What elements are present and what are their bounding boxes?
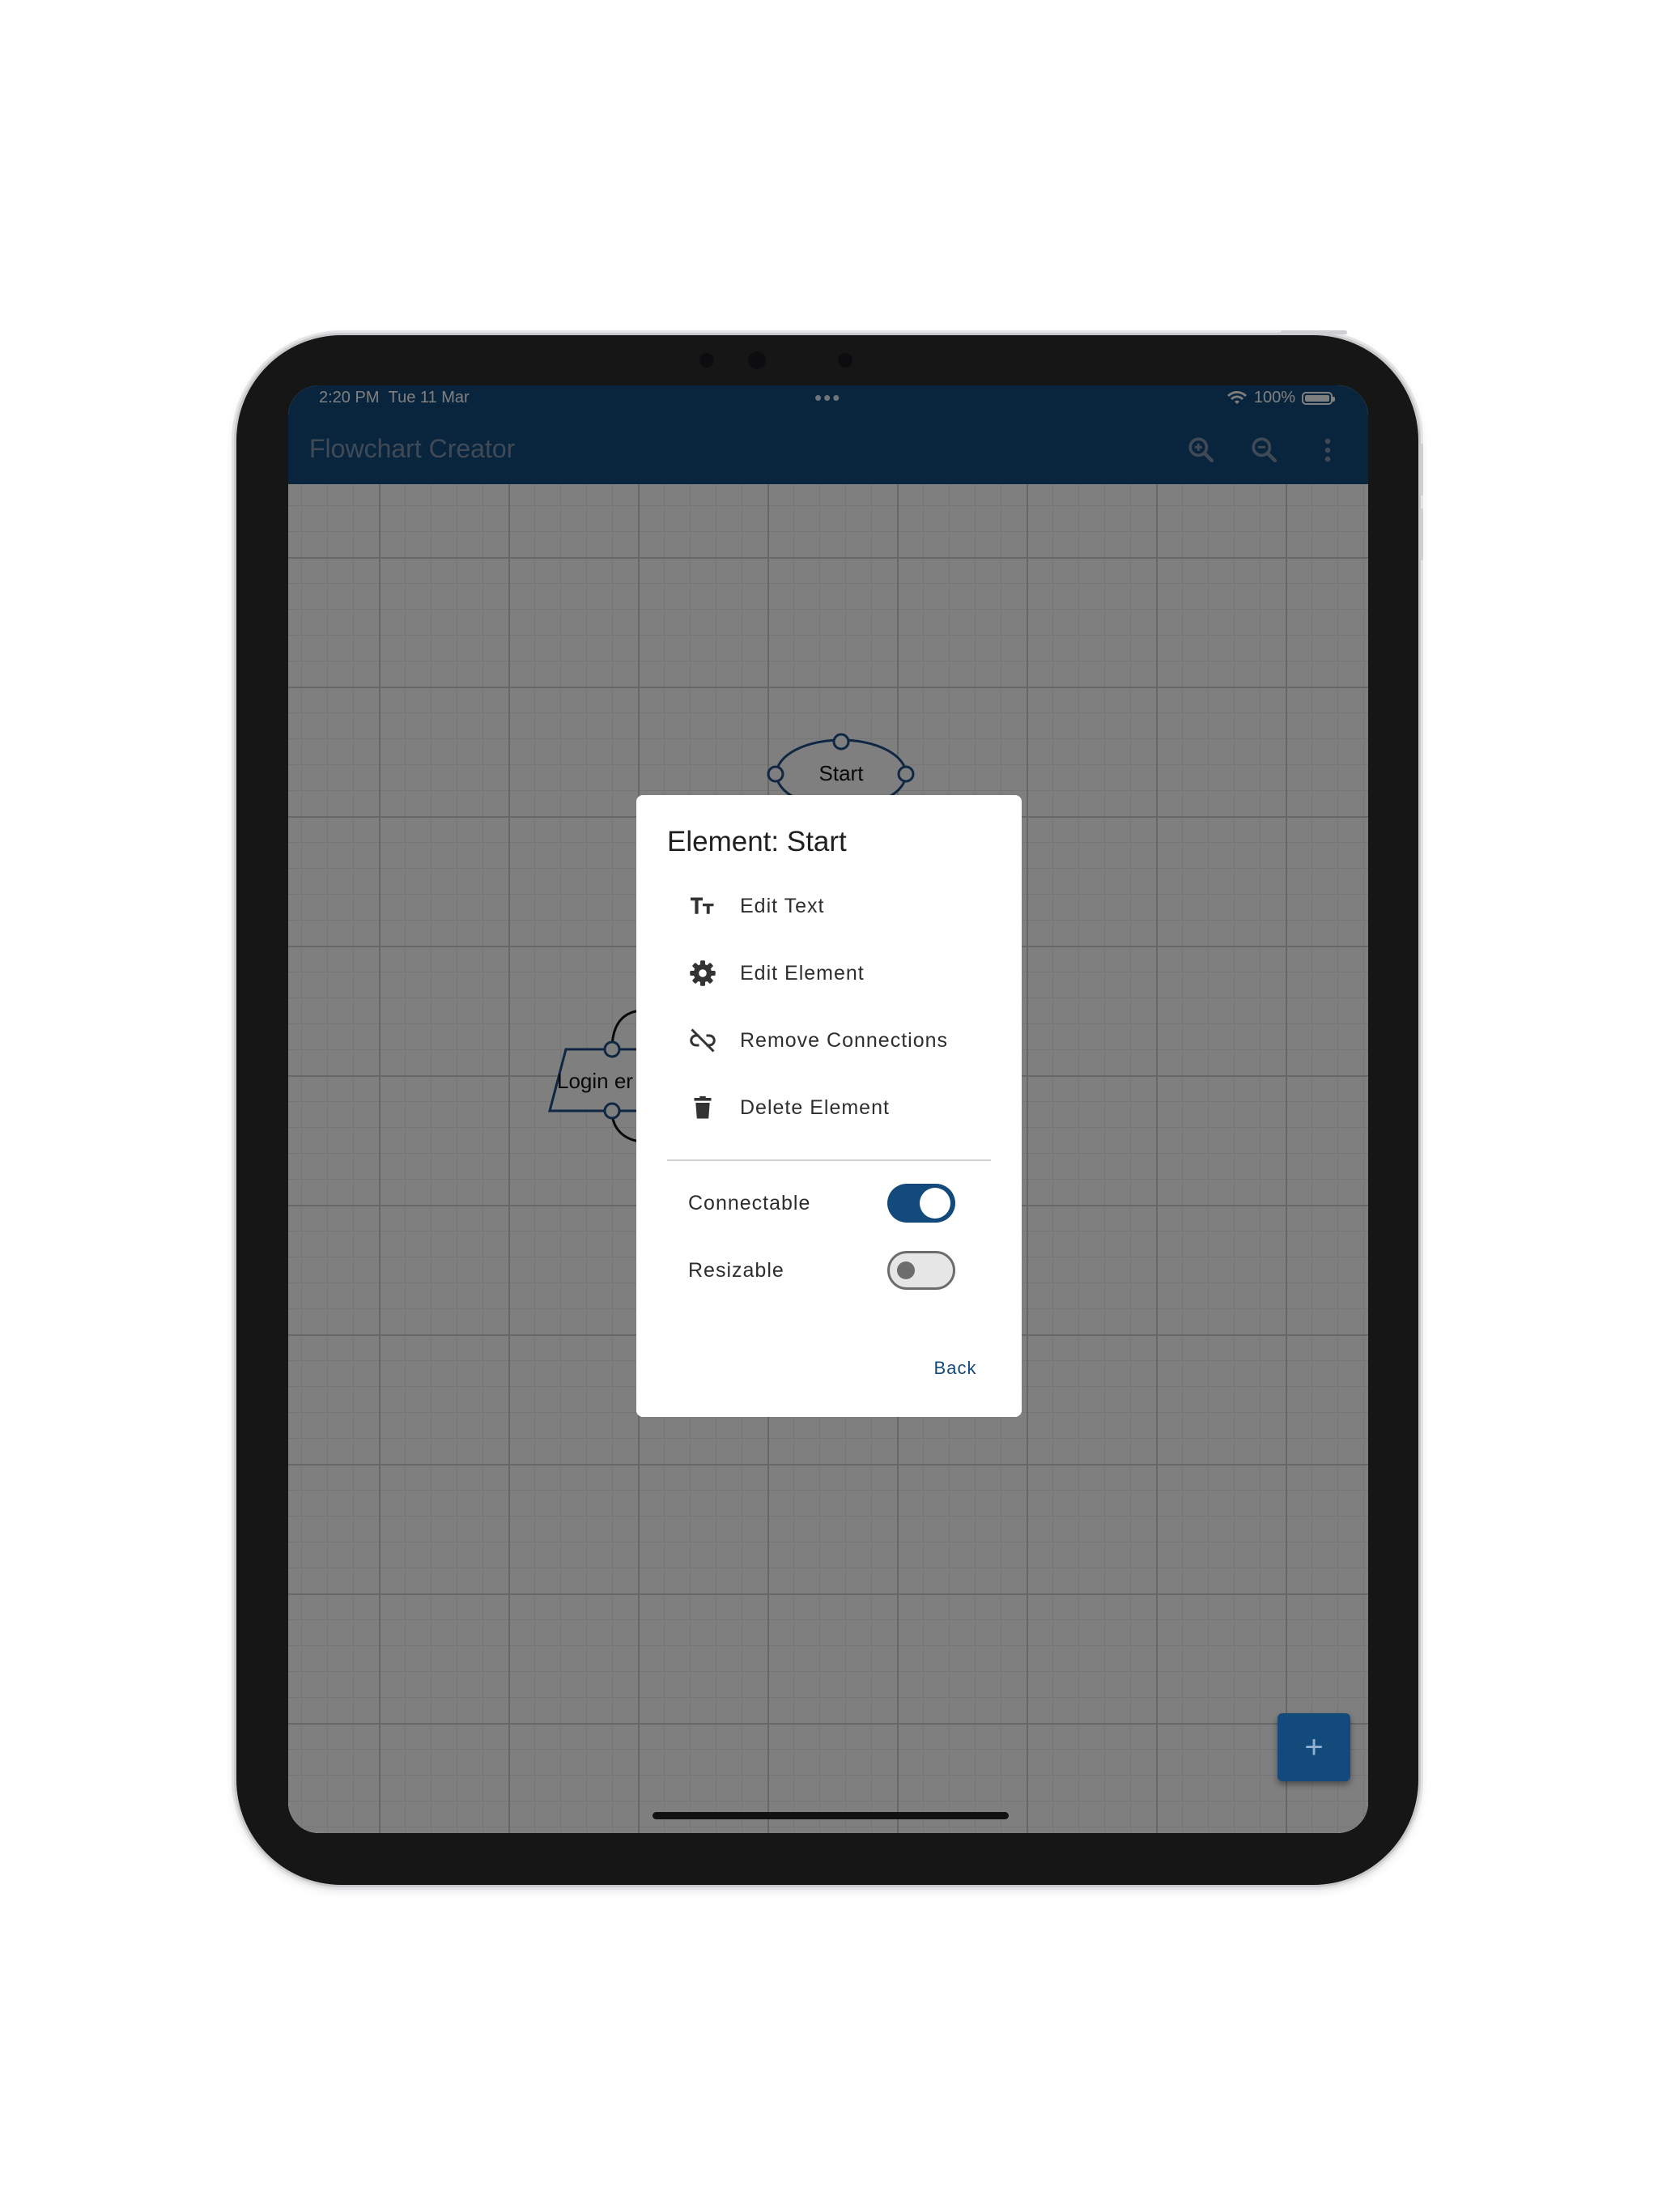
dialog-title: Element: Start: [667, 826, 847, 857]
text-format-icon: [687, 890, 719, 922]
delete-element-item[interactable]: Delete Element: [636, 1074, 1022, 1141]
home-indicator[interactable]: [653, 1812, 1009, 1819]
back-button[interactable]: Back: [915, 1346, 996, 1391]
dialog-divider: [667, 1159, 991, 1161]
gear-icon: [687, 957, 719, 989]
link-off-icon: [687, 1024, 719, 1057]
connectable-row: Connectable: [636, 1176, 1022, 1232]
volume-down-button: [1419, 508, 1423, 560]
top-button: [1281, 330, 1347, 334]
screen: Start Login er 2:20 PM Tue 11 Mar •••: [288, 385, 1368, 1833]
delete-element-label: Delete Element: [740, 1095, 890, 1119]
switch-knob: [920, 1188, 950, 1219]
connectable-switch[interactable]: [887, 1184, 955, 1223]
remove-connections-label: Remove Connections: [740, 1028, 949, 1052]
volume-up-button: [1419, 444, 1423, 496]
connectable-label: Connectable: [688, 1192, 811, 1214]
element-dialog: Element: Start Edit Text Edit Element Re…: [636, 795, 1022, 1417]
front-camera: [838, 353, 852, 368]
front-camera: [699, 353, 714, 368]
edit-element-label: Edit Element: [740, 961, 865, 985]
resizable-switch[interactable]: [887, 1251, 955, 1290]
edit-element-item[interactable]: Edit Element: [636, 940, 1022, 1006]
remove-connections-item[interactable]: Remove Connections: [636, 1007, 1022, 1074]
switch-knob: [897, 1261, 915, 1279]
edit-text-label: Edit Text: [740, 894, 825, 917]
edit-text-item[interactable]: Edit Text: [636, 873, 1022, 939]
trash-icon: [687, 1091, 719, 1124]
front-camera: [748, 351, 766, 369]
resizable-row: Resizable: [636, 1243, 1022, 1300]
resizable-label: Resizable: [688, 1259, 784, 1282]
add-element-button[interactable]: +: [1278, 1713, 1350, 1781]
